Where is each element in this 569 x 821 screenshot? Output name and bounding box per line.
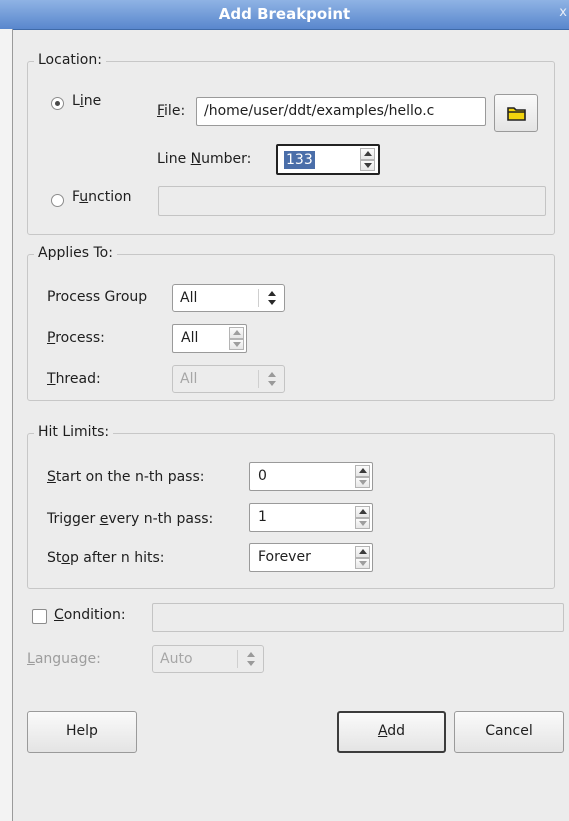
- combo-separator: [258, 289, 259, 307]
- language-value: Auto: [160, 651, 193, 667]
- window-title: Add Breakpoint: [218, 5, 351, 23]
- process-group-value: All: [180, 290, 198, 306]
- decrement-arrow-icon[interactable]: [355, 557, 370, 569]
- language-label: Language:: [27, 651, 101, 667]
- window-frame-edge: [12, 29, 13, 821]
- thread-value: All: [180, 371, 198, 387]
- location-group-title: Location:: [34, 52, 106, 68]
- start-pass-spinbox[interactable]: 0: [249, 462, 373, 491]
- process-spinbox[interactable]: All: [172, 324, 247, 353]
- condition-checkbox[interactable]: [32, 609, 47, 624]
- thread-label: Thread:: [47, 371, 101, 387]
- increment-arrow-icon[interactable]: [229, 327, 244, 339]
- trigger-pass-label: Trigger every n-th pass:: [47, 511, 214, 527]
- start-pass-label: Start on the n-th pass:: [47, 469, 205, 485]
- process-group-combobox[interactable]: All: [172, 284, 285, 312]
- file-input[interactable]: /home/user/ddt/examples/hello.c: [196, 97, 486, 126]
- stop-hits-spinbox[interactable]: Forever: [249, 543, 373, 572]
- process-spin-buttons[interactable]: [229, 327, 244, 350]
- add-button[interactable]: Add: [337, 711, 446, 753]
- decrement-arrow-icon[interactable]: [360, 159, 375, 171]
- thread-combobox[interactable]: All: [172, 365, 285, 393]
- line-number-spin-buttons[interactable]: [360, 148, 375, 171]
- line-number-spinbox[interactable]: 133: [276, 144, 380, 175]
- increment-arrow-icon[interactable]: [355, 465, 370, 477]
- condition-input[interactable]: [152, 603, 564, 632]
- stop-hits-label: Stop after n hits:: [47, 550, 165, 566]
- decrement-arrow-icon[interactable]: [355, 476, 370, 488]
- window-frame: [0, 29, 12, 821]
- condition-label[interactable]: Condition:: [54, 607, 126, 623]
- function-radio-label[interactable]: Function: [72, 189, 132, 205]
- help-button[interactable]: Help: [27, 711, 137, 753]
- increment-arrow-icon[interactable]: [360, 148, 375, 160]
- applies-to-group-title: Applies To:: [34, 245, 117, 261]
- decrement-arrow-icon[interactable]: [229, 338, 244, 350]
- close-icon[interactable]: x: [559, 5, 567, 20]
- decrement-arrow-icon[interactable]: [355, 517, 370, 529]
- browse-file-button[interactable]: [494, 94, 538, 132]
- line-number-value[interactable]: 133: [284, 151, 315, 169]
- applies-to-group: [27, 254, 555, 401]
- increment-arrow-icon[interactable]: [355, 506, 370, 518]
- trigger-pass-value[interactable]: 1: [258, 504, 267, 531]
- line-number-label: Line Number:: [157, 151, 252, 167]
- trigger-pass-spin-buttons[interactable]: [355, 506, 370, 529]
- trigger-pass-spinbox[interactable]: 1: [249, 503, 373, 532]
- updown-arrow-icon: [267, 291, 277, 305]
- line-radio-label[interactable]: Line: [72, 93, 101, 109]
- folder-icon: [507, 107, 526, 121]
- start-pass-value[interactable]: 0: [258, 463, 267, 490]
- start-pass-spin-buttons[interactable]: [355, 465, 370, 488]
- process-label: Process:: [47, 330, 105, 346]
- process-group-label: Process Group: [47, 289, 148, 305]
- file-label: File:: [157, 103, 186, 119]
- line-radio[interactable]: [51, 97, 64, 110]
- increment-arrow-icon[interactable]: [355, 546, 370, 558]
- combo-separator: [237, 650, 238, 668]
- updown-arrow-icon: [246, 652, 256, 666]
- hit-limits-group-title: Hit Limits:: [34, 424, 114, 440]
- updown-arrow-icon: [267, 372, 277, 386]
- function-input[interactable]: [158, 186, 546, 216]
- stop-hits-spin-buttons[interactable]: [355, 546, 370, 569]
- function-radio[interactable]: [51, 194, 64, 207]
- cancel-button[interactable]: Cancel: [454, 711, 564, 753]
- language-combobox[interactable]: Auto: [152, 645, 264, 673]
- stop-hits-value[interactable]: Forever: [258, 544, 311, 571]
- process-value[interactable]: All: [181, 325, 198, 352]
- combo-separator: [258, 370, 259, 388]
